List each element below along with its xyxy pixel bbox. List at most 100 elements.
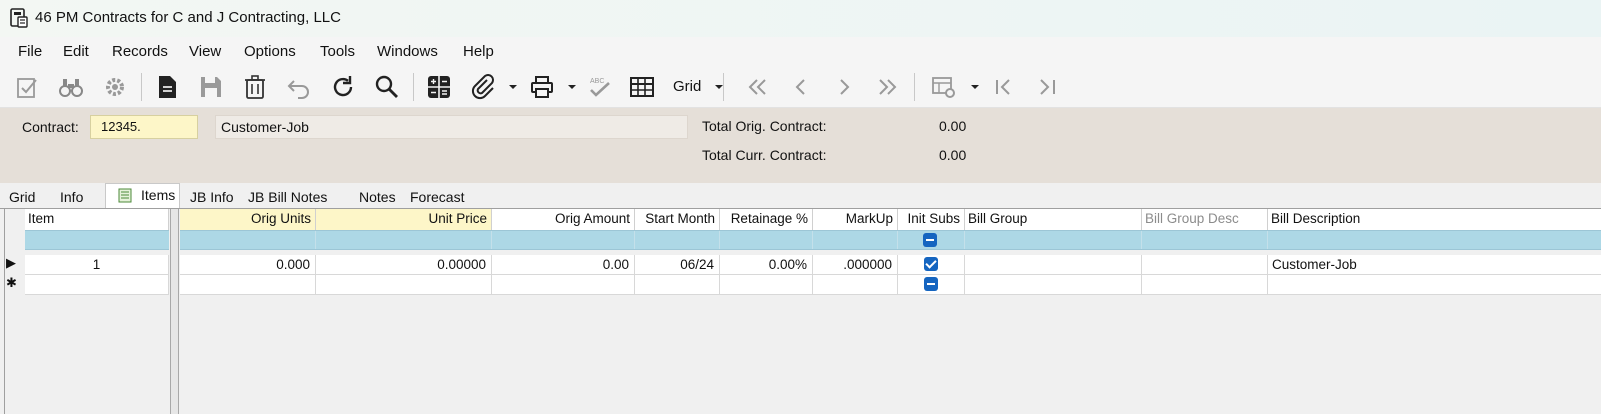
refresh-icon[interactable] xyxy=(327,71,359,103)
grid-view-icon[interactable] xyxy=(626,71,658,103)
settings-gear-icon[interactable] xyxy=(99,71,131,103)
new-row-cell[interactable] xyxy=(1268,275,1601,295)
toolbar-separator xyxy=(141,73,142,101)
col-header-start-month[interactable]: Start Month xyxy=(635,209,720,230)
new-row-cell[interactable] xyxy=(813,275,898,295)
filter-cell[interactable] xyxy=(1142,231,1268,249)
filter-cell[interactable] xyxy=(316,231,492,249)
menu-help[interactable]: Help xyxy=(463,43,494,60)
filter-cell[interactable] xyxy=(180,231,316,249)
cell-bill-description[interactable]: Customer-Job xyxy=(1268,255,1601,275)
filter-cell[interactable] xyxy=(635,231,720,249)
pane-splitter[interactable] xyxy=(170,209,179,414)
edit-check-icon[interactable] xyxy=(12,71,44,103)
tab-info[interactable]: Info xyxy=(60,186,83,208)
new-row-cell[interactable] xyxy=(898,275,965,295)
col-header-bill-group-desc[interactable]: Bill Group Desc xyxy=(1142,209,1268,230)
filter-cell[interactable] xyxy=(720,231,813,249)
col-header-bill-description[interactable]: Bill Description xyxy=(1268,209,1601,230)
grid-dropdown-icon[interactable] xyxy=(703,71,735,103)
tab-jb-bill-notes[interactable]: JB Bill Notes xyxy=(248,186,327,208)
menu-file[interactable]: File xyxy=(18,43,42,60)
new-document-icon[interactable] xyxy=(151,71,183,103)
tab-forecast[interactable]: Forecast xyxy=(410,186,464,208)
grid-settings-icon[interactable] xyxy=(928,71,960,103)
tab-strip: Grid Info Items JB Info JB Bill Notes No… xyxy=(0,183,1601,208)
menu-view[interactable]: View xyxy=(189,43,221,60)
new-row-cell[interactable] xyxy=(720,275,813,295)
col-header-init-subs[interactable]: Init Subs xyxy=(898,209,965,230)
tab-jb-info[interactable]: JB Info xyxy=(190,186,234,208)
init-subs-checkbox[interactable] xyxy=(924,257,938,271)
new-row-indicator: ✱ xyxy=(6,275,17,290)
tab-items[interactable]: Items xyxy=(105,183,180,208)
menu-records[interactable]: Records xyxy=(112,43,168,60)
new-row-cell[interactable] xyxy=(25,275,169,295)
print-icon[interactable] xyxy=(526,71,558,103)
grid-left-border xyxy=(4,209,5,414)
cell-item[interactable]: 1 xyxy=(25,255,169,275)
menu-options[interactable]: Options xyxy=(244,43,296,60)
attachment-dropdown-icon[interactable] xyxy=(497,71,529,103)
grid-settings-dropdown-icon[interactable] xyxy=(959,71,991,103)
spell-check-icon[interactable]: ABC xyxy=(584,71,616,103)
save-icon[interactable] xyxy=(195,71,227,103)
cell-unit-price[interactable]: 0.00000 xyxy=(316,255,492,275)
calculator-icon[interactable] xyxy=(423,71,455,103)
col-header-item[interactable]: Item xyxy=(25,209,169,230)
delete-trash-icon[interactable] xyxy=(239,71,271,103)
cell-bill-group-desc[interactable] xyxy=(1142,255,1268,275)
cell-init-subs[interactable] xyxy=(898,255,965,275)
new-row-cell[interactable] xyxy=(1142,275,1268,295)
next-record-icon[interactable] xyxy=(828,71,860,103)
previous-record-icon[interactable] xyxy=(785,71,817,103)
go-to-last-icon[interactable] xyxy=(1032,71,1064,103)
tab-grid[interactable]: Grid xyxy=(9,186,35,208)
cell-start-month[interactable]: 06/24 xyxy=(635,255,720,275)
contract-header-panel: Contract: 12345. Customer-Job Total Orig… xyxy=(0,108,1601,183)
cell-markup[interactable]: .000000 xyxy=(813,255,898,275)
undo-icon[interactable] xyxy=(283,71,315,103)
menu-edit[interactable]: Edit xyxy=(63,43,89,60)
col-header-retainage[interactable]: Retainage % xyxy=(720,209,813,230)
col-header-orig-amount[interactable]: Orig Amount xyxy=(492,209,635,230)
menu-windows[interactable]: Windows xyxy=(377,43,438,60)
cell-orig-amount[interactable]: 0.00 xyxy=(492,255,635,275)
binoculars-icon[interactable] xyxy=(55,71,87,103)
customer-description-field: Customer-Job xyxy=(215,115,688,139)
go-to-first-icon[interactable] xyxy=(988,71,1020,103)
new-row-init-subs-checkbox[interactable] xyxy=(924,277,938,291)
cell-orig-units[interactable]: 0.000 xyxy=(180,255,316,275)
col-header-unit-price[interactable]: Unit Price xyxy=(316,209,492,230)
cell-retainage[interactable]: 0.00% xyxy=(720,255,813,275)
search-icon[interactable] xyxy=(371,71,403,103)
toolbar: ABC Grid xyxy=(0,67,1601,108)
tab-notes[interactable]: Notes xyxy=(359,186,396,208)
cell-bill-group[interactable] xyxy=(965,255,1142,275)
filter-row[interactable] xyxy=(180,230,1601,250)
total-orig-contract-value: 0.00 xyxy=(939,118,967,134)
new-row-cell[interactable] xyxy=(965,275,1142,295)
filter-row-left[interactable] xyxy=(25,230,169,250)
svg-text:ABC: ABC xyxy=(590,78,604,85)
new-row-cell[interactable] xyxy=(316,275,492,295)
contract-input[interactable]: 12345. xyxy=(90,115,198,139)
last-record-double-right-icon[interactable] xyxy=(872,71,904,103)
col-header-orig-units[interactable]: Orig Units xyxy=(180,209,316,230)
new-row-cell[interactable] xyxy=(180,275,316,295)
app-icon xyxy=(10,8,28,28)
filter-cell[interactable] xyxy=(492,231,635,249)
first-record-double-left-icon[interactable] xyxy=(741,71,773,103)
attachment-paperclip-icon[interactable] xyxy=(467,71,499,103)
col-header-markup[interactable]: MarkUp xyxy=(813,209,898,230)
filter-cell[interactable] xyxy=(965,231,1142,249)
grid-view-label[interactable]: Grid xyxy=(673,78,701,95)
filter-cell[interactable] xyxy=(813,231,898,249)
filter-init-subs-checkbox[interactable] xyxy=(923,233,937,247)
new-row-cell[interactable] xyxy=(635,275,720,295)
menu-tools[interactable]: Tools xyxy=(320,43,355,60)
col-header-bill-group[interactable]: Bill Group xyxy=(965,209,1142,230)
total-curr-contract-label: Total Curr. Contract: xyxy=(702,147,827,163)
new-row-cell[interactable] xyxy=(492,275,635,295)
window-title: 46 PM Contracts for C and J Contracting,… xyxy=(35,9,341,26)
